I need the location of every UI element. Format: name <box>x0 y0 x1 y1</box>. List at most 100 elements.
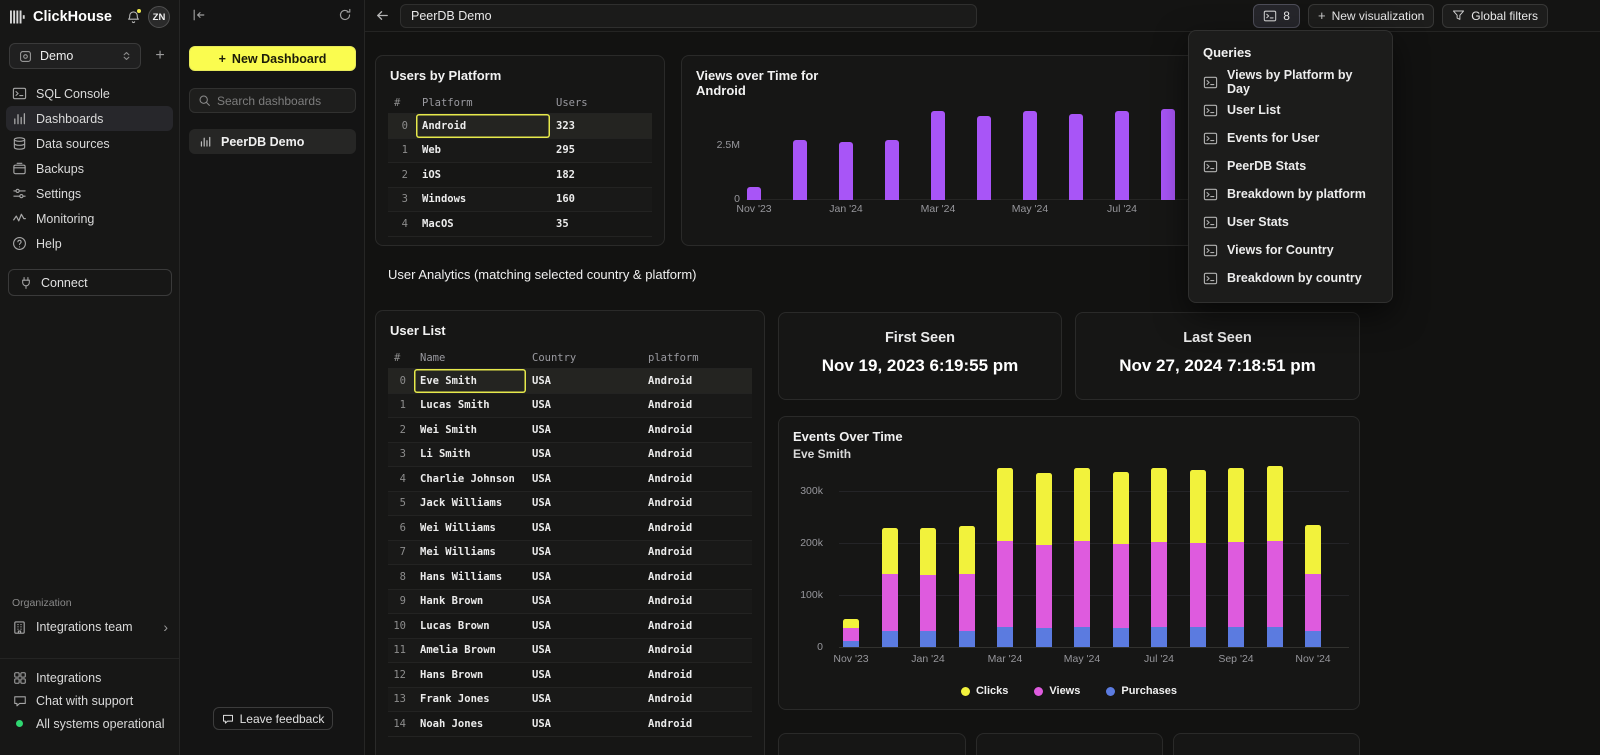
views-bar[interactable] <box>885 140 899 200</box>
table-row[interactable]: 11Amelia BrownUSAAndroid <box>388 639 752 664</box>
views-bar[interactable] <box>1069 114 1083 200</box>
search-input[interactable] <box>217 94 335 108</box>
events-bar[interactable] <box>843 619 859 647</box>
add-service-button[interactable]: + <box>150 45 170 67</box>
avatar[interactable]: ZN <box>148 6 170 28</box>
events-bar[interactable] <box>1305 525 1321 647</box>
y-axis-label: 300k <box>787 485 823 497</box>
table-row[interactable]: 1Lucas SmithUSAAndroid <box>388 394 752 419</box>
table-row[interactable]: 3Windows160 <box>388 188 652 213</box>
new-dashboard-button[interactable]: + New Dashboard <box>189 46 356 71</box>
sidebar-item-chat-support[interactable]: Chat with support <box>6 689 174 712</box>
bar-segment-views <box>1305 574 1321 631</box>
sidebar-item-sql-console[interactable]: SQL Console <box>6 81 173 106</box>
query-menu-item[interactable]: Views for Country <box>1189 236 1392 264</box>
connect-button[interactable]: Connect <box>8 269 172 296</box>
table-row[interactable]: 4Charlie JohnsonUSAAndroid <box>388 467 752 492</box>
legend-item[interactable]: Clicks <box>961 685 1008 697</box>
query-menu-item[interactable]: PeerDB Stats <box>1189 152 1392 180</box>
views-bar[interactable] <box>977 116 991 200</box>
table-row[interactable]: 4MacOS35 <box>388 212 652 237</box>
views-bar[interactable] <box>1023 111 1037 200</box>
table-row[interactable]: 14Noah JonesUSAAndroid <box>388 712 752 737</box>
legend-item[interactable]: Purchases <box>1106 685 1177 697</box>
legend-item[interactable]: Views <box>1034 685 1080 697</box>
events-bar[interactable] <box>1074 468 1090 647</box>
events-bar[interactable] <box>920 528 936 647</box>
table-row[interactable]: 5Jack WilliamsUSAAndroid <box>388 492 752 517</box>
dashboard-title-input[interactable] <box>400 4 977 28</box>
table-row[interactable]: 8Hans WilliamsUSAAndroid <box>388 565 752 590</box>
views-bar[interactable] <box>747 187 761 200</box>
events-bar[interactable] <box>997 468 1013 647</box>
events-bar[interactable] <box>959 526 975 647</box>
table-row[interactable]: 9Hank BrownUSAAndroid <box>388 590 752 615</box>
new-visualization-button[interactable]: + New visualization <box>1308 4 1434 28</box>
events-bar[interactable] <box>1151 468 1167 647</box>
back-arrow-icon[interactable] <box>375 8 390 23</box>
table-row[interactable]: 3Li SmithUSAAndroid <box>388 443 752 468</box>
refresh-icon[interactable] <box>338 8 352 22</box>
events-bar[interactable] <box>1228 468 1244 647</box>
sidebar-item-integrations-team[interactable]: Integrations team › <box>6 614 174 640</box>
terminal-icon <box>12 86 27 101</box>
sidebar-divider <box>0 658 179 659</box>
chevron-updown-icon <box>121 50 132 62</box>
table-row[interactable]: 7Mei WilliamsUSAAndroid <box>388 541 752 566</box>
sidebar-item-settings[interactable]: Settings <box>6 181 173 206</box>
views-bar[interactable] <box>1161 109 1175 200</box>
table-cell: Android <box>642 614 752 638</box>
bar-segment-clicks <box>997 468 1013 541</box>
table-row[interactable]: 12Hans BrownUSAAndroid <box>388 663 752 688</box>
bar-segment-purchases <box>1267 627 1283 647</box>
x-axis-label: Jul '24 <box>1131 653 1187 665</box>
table-row[interactable]: 0Android323 <box>388 114 652 139</box>
query-menu-item[interactable]: Events for User <box>1189 124 1392 152</box>
query-menu-item[interactable]: User List <box>1189 96 1392 124</box>
query-icon <box>1203 243 1218 258</box>
table-row[interactable]: 1Web295 <box>388 139 652 164</box>
query-item-label: Events for User <box>1227 131 1319 145</box>
table-row[interactable]: 13Frank JonesUSAAndroid <box>388 688 752 713</box>
table-cell: USA <box>526 565 642 589</box>
global-filters-button[interactable]: Global filters <box>1442 4 1548 28</box>
new-visualization-label: New visualization <box>1332 9 1425 23</box>
workspace-selector[interactable]: Demo <box>9 43 141 69</box>
sidebar-item-backups[interactable]: Backups <box>6 156 173 181</box>
views-bar[interactable] <box>1115 111 1129 200</box>
sidebar-item-integrations[interactable]: Integrations <box>6 666 174 689</box>
table-row[interactable]: 0Eve SmithUSAAndroid <box>388 369 752 394</box>
query-menu-item[interactable]: Breakdown by country <box>1189 264 1392 292</box>
bar-segment-clicks <box>920 528 936 575</box>
query-menu-item[interactable]: User Stats <box>1189 208 1392 236</box>
bar-segment-clicks <box>1036 473 1052 545</box>
events-bar[interactable] <box>882 528 898 647</box>
dashboard-list-item[interactable]: PeerDB Demo <box>189 129 356 154</box>
events-bar[interactable] <box>1036 473 1052 647</box>
sidebar-item-monitoring[interactable]: Monitoring <box>6 206 173 231</box>
sidebar-item-data-sources[interactable]: Data sources <box>6 131 173 156</box>
clickhouse-logo[interactable] <box>9 9 26 25</box>
table-row[interactable]: 10Lucas BrownUSAAndroid <box>388 614 752 639</box>
views-bar[interactable] <box>931 111 945 200</box>
query-menu-item[interactable]: Breakdown by platform <box>1189 180 1392 208</box>
collapse-panel-icon[interactable] <box>192 8 206 22</box>
sidebar-item-system-status[interactable]: All systems operational <box>6 712 174 735</box>
gridline <box>839 647 1349 648</box>
sidebar-item-help[interactable]: Help <box>6 231 173 256</box>
table-row[interactable]: 6Wei WilliamsUSAAndroid <box>388 516 752 541</box>
events-bar[interactable] <box>1190 470 1206 647</box>
views-bar[interactable] <box>793 140 807 200</box>
queries-count-button[interactable]: 8 <box>1253 4 1300 28</box>
table-cell: 295 <box>550 139 652 163</box>
query-icon <box>1203 187 1218 202</box>
sidebar-item-dashboards[interactable]: Dashboards <box>6 106 173 131</box>
events-bar[interactable] <box>1113 472 1129 647</box>
events-bar[interactable] <box>1267 466 1283 647</box>
query-menu-item[interactable]: Views by Platform by Day <box>1189 68 1392 96</box>
notifications-bell-icon[interactable] <box>126 10 141 25</box>
table-row[interactable]: 2Wei SmithUSAAndroid <box>388 418 752 443</box>
table-row[interactable]: 2iOS182 <box>388 163 652 188</box>
views-bar[interactable] <box>839 142 853 200</box>
leave-feedback-button[interactable]: Leave feedback <box>213 707 333 730</box>
